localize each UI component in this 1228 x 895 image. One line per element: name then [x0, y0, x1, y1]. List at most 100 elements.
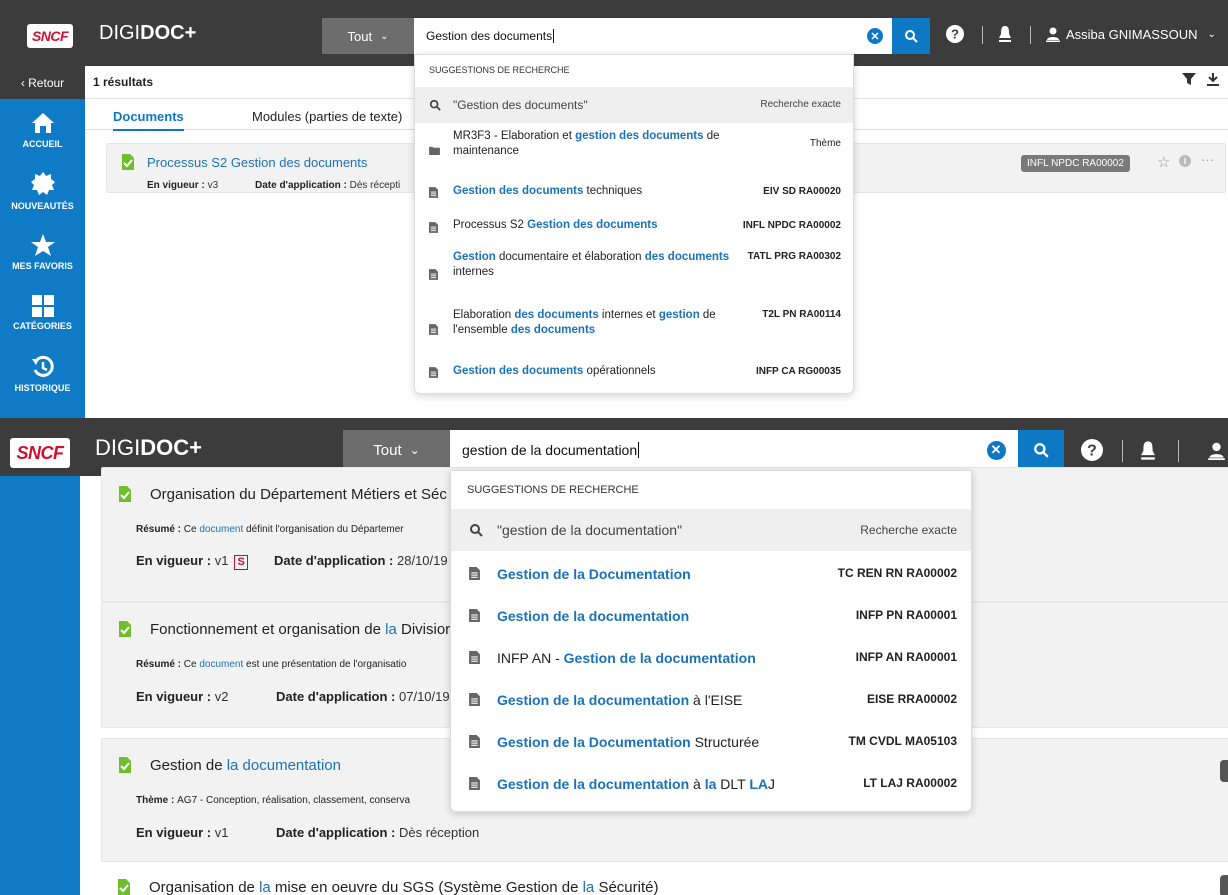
help-icon: ?: [1081, 439, 1103, 461]
text-segment: à l'EISE: [689, 692, 743, 708]
notifications-button[interactable]: [994, 24, 1016, 44]
suggestion-item[interactable]: Gestion de la documentation INFP PN RA000…: [451, 595, 971, 637]
result-card[interactable]: Organisation de la mise en oeuvre du SGS…: [101, 871, 1228, 895]
document-valid-icon: [122, 154, 134, 170]
search-button[interactable]: [892, 18, 930, 54]
card-title[interactable]: Organisation du Département Métiers et S…: [150, 486, 447, 503]
card-date: Date d'application : 07/10/19: [276, 689, 450, 704]
suggestion-item[interactable]: Gestion de la Documentation TC REN RN RA0…: [451, 553, 971, 595]
star-icon: [30, 233, 55, 256]
suggestion-text: MR3F3 - Elaboration et gestion des docum…: [453, 129, 753, 159]
back-button[interactable]: ‹ Retour: [0, 66, 85, 99]
search-icon: [429, 99, 441, 111]
search-button[interactable]: [1018, 430, 1064, 470]
suggestion-text: Gestion de la Documentation Structurée: [497, 733, 759, 751]
text-segment: opérationnels: [583, 365, 656, 377]
notifications-button[interactable]: [1136, 438, 1160, 462]
document-valid-icon: [118, 879, 130, 895]
clear-search-button[interactable]: ✕: [858, 18, 892, 54]
card-summary: Résumé : Ce document est une présentatio…: [136, 659, 407, 670]
suggestion-item[interactable]: Gestion des documents opérationnels INFP …: [415, 354, 853, 388]
suggestion-item[interactable]: Processus S2 Gestion des documents INFL N…: [415, 208, 853, 244]
suggestion-text: INFP AN - Gestion de la documentation: [497, 649, 756, 667]
help-icon: ?: [946, 25, 964, 43]
suggestion-text: Gestion de la documentation à la DLT LAJ: [497, 775, 775, 793]
text-segment: définit l'organisation du Départemer: [243, 524, 404, 535]
star-outline-icon[interactable]: ☆: [1157, 153, 1170, 171]
suggestion-code: EISE RRA00002: [866, 692, 957, 706]
highlighted-text: Gestion des documents: [453, 365, 584, 377]
sncf-logo[interactable]: SNCF: [27, 24, 73, 48]
tab-documents[interactable]: Documents: [113, 109, 184, 131]
suggestion-item[interactable]: Elaboration des documents internes et ge…: [415, 302, 853, 354]
text-segment: INFP AN -: [497, 650, 564, 666]
grid-icon: [31, 294, 54, 317]
suggestion-code: EIV SD RA00020: [763, 186, 841, 197]
suggestion-item[interactable]: Gestion de la documentation à la DLT LAJ…: [451, 763, 971, 805]
text-segment: DLT: [716, 776, 750, 792]
tab-modules[interactable]: Modules (parties de texte): [252, 109, 402, 124]
card-title[interactable]: Organisation de la mise en oeuvre du SGS…: [149, 879, 658, 895]
suggestion-text: Gestion de la Documentation: [497, 565, 691, 583]
clear-search-button[interactable]: ✕: [974, 430, 1018, 470]
card-status: En vigueur : v1: [136, 825, 229, 840]
highlighted-text: document: [199, 659, 244, 670]
suggestion-item[interactable]: INFP AN - Gestion de la documentation INF…: [451, 637, 971, 679]
search-suggestions-dropdown: SUGGESTIONS DE RECHERCHE "Gestion des do…: [414, 54, 854, 394]
app-title: DIGIDOC+: [99, 22, 197, 44]
info-icon[interactable]: i: [1179, 155, 1191, 167]
card-title[interactable]: Fonctionnement et organisation de la Div…: [150, 621, 450, 638]
user-menu[interactable]: [1204, 438, 1228, 462]
scope-select[interactable]: Tout ⌄: [322, 18, 414, 54]
suggestion-item[interactable]: Gestion de la documentation à l'EISE EISE…: [451, 679, 971, 721]
bell-icon: [999, 26, 1011, 42]
search-input[interactable]: Gestion des documents: [414, 18, 858, 54]
nav-item-nouveautes[interactable]: NOUVEAUTÉS: [0, 160, 85, 221]
suggestion-code: LT LAJ RA00002: [863, 776, 957, 790]
suggestion-item[interactable]: MR3F3 - Elaboration et gestion des docum…: [415, 123, 853, 173]
document-valid-icon: [119, 621, 131, 637]
search-suggestions-dropdown: SUGGESTIONS DE RECHERCHE "gestion de la …: [450, 470, 972, 812]
more-options-icon[interactable]: ···: [1201, 152, 1214, 167]
scope-select[interactable]: Tout ⌄: [343, 430, 450, 470]
nav-item-categories[interactable]: CATÉGORIES: [0, 282, 85, 343]
search-icon: [1034, 443, 1049, 458]
screenshot-panel-1: SNCF DIGIDOC+ Tout ⌄ Gestion des document…: [0, 0, 1228, 418]
suggestion-code: INFP PN RA00001: [855, 608, 957, 622]
suggestion-item[interactable]: Gestion documentaire et élaboration des …: [415, 244, 853, 302]
suggestion-item[interactable]: Gestion des documents techniques EIV SD R…: [415, 174, 853, 208]
highlighted-text: la: [385, 621, 397, 638]
nav-item-accueil[interactable]: ACCUEIL: [0, 99, 85, 160]
suggestion-text: Processus S2 Gestion des documents: [453, 218, 753, 233]
suggestion-item[interactable]: Gestion de la Documentation Structurée TM…: [451, 721, 971, 763]
document-icon: [429, 267, 438, 285]
help-button[interactable]: ?: [944, 24, 966, 44]
search-input[interactable]: gestion de la documentation: [450, 430, 974, 470]
search-icon: [905, 30, 918, 43]
sncf-logo[interactable]: SNCF: [10, 438, 70, 468]
divider: [1122, 440, 1123, 462]
card-title[interactable]: Processus S2 Gestion des documents: [147, 155, 367, 170]
nav-item-historique[interactable]: HISTORIQUE: [0, 343, 85, 404]
suggestion-code: INFL NPDC RA00002: [742, 220, 841, 231]
text-segment: Divisior: [396, 621, 451, 638]
suggestion-text: Gestion des documents techniques: [453, 184, 753, 199]
highlighted-text: Gestion des documents: [453, 185, 584, 197]
highlighted-text: Gestion: [453, 251, 496, 263]
card-title[interactable]: Gestion de la documentation: [150, 757, 341, 774]
close-circle-icon: ✕: [986, 440, 1006, 460]
close-circle-icon: ✕: [867, 28, 883, 44]
text-segment: Fonctionnement et organisation de: [150, 621, 386, 638]
exact-search-option[interactable]: "Gestion des documents" Recherche exacte: [415, 87, 853, 123]
download-icon[interactable]: [1206, 72, 1220, 91]
exact-search-option[interactable]: "gestion de la documentation" Recherche …: [451, 509, 971, 551]
help-button[interactable]: ?: [1080, 438, 1104, 462]
suggestion-text: Gestion des documents opérationnels: [453, 364, 753, 379]
nav-item-favoris[interactable]: MES FAVORIS: [0, 221, 85, 282]
text-segment: Elaboration: [453, 309, 515, 321]
suggestion-text: Gestion documentaire et élaboration des …: [453, 250, 753, 280]
card-status: En vigueur : v2: [136, 689, 229, 704]
filter-icon[interactable]: [1182, 72, 1196, 91]
user-menu[interactable]: Assiba GNIMASSOUN ⌄: [1046, 24, 1216, 44]
text-segment: Organisation du Département Métiers et S…: [150, 486, 447, 503]
